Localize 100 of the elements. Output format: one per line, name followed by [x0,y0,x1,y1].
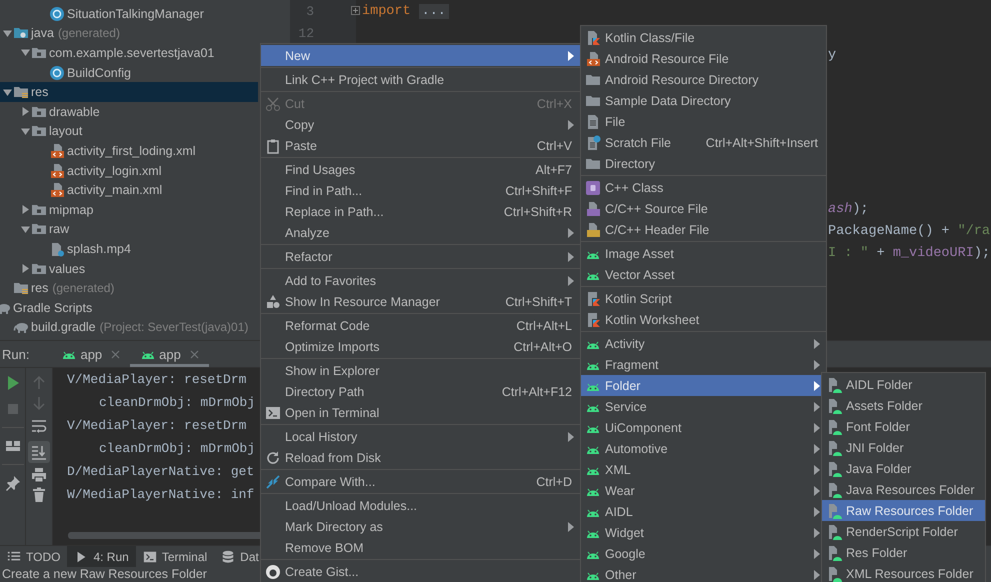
menu-item[interactable]: Res Folder [822,542,985,563]
menu-item[interactable]: Copy [261,114,580,135]
tree-row[interactable]: values [0,258,258,278]
menu-item[interactable]: Find in Path... Ctrl+Shift+F [261,180,580,201]
menu-item[interactable]: Add to Favorites [261,270,580,291]
expand-arrow-icon[interactable] [21,48,30,58]
tool-window-tab[interactable]: Terminal [136,546,214,567]
tree-row[interactable]: activity_first_loding.xml [0,141,258,161]
menu-item[interactable]: Load/Unload Modules... [261,495,580,516]
tree-row[interactable]: com.example.severtestjava01 [0,43,258,63]
expand-arrow-icon[interactable] [3,28,12,38]
menu-item[interactable]: Optimize Imports Ctrl+Alt+O [261,336,580,357]
tree-row[interactable]: build.gradle (Project: SeverTest(java)01) [0,318,258,338]
close-icon[interactable] [190,350,199,358]
menu-item[interactable]: Replace in Path... Ctrl+Shift+R [261,201,580,222]
code-text: y [828,48,836,62]
menu-item[interactable]: Open in Terminal [261,402,580,423]
menu-item[interactable]: File [581,111,826,132]
code-text: "/ra [958,224,990,238]
menu-item[interactable]: Image Asset [581,243,826,264]
tool-window-tab[interactable]: 4: Run [67,546,136,567]
menu-item[interactable]: Activity [581,333,826,354]
tree-label: res [31,281,48,296]
menu-item[interactable]: Mark Directory as [261,516,580,537]
menu-item[interactable]: Reload from Disk [261,447,580,468]
file-robot-icon [826,502,842,518]
tree-row[interactable]: activity_main.xml [0,180,258,200]
menu-item[interactable]: C/C++ Header File [581,219,826,240]
tree-row[interactable]: drawable [0,102,258,122]
xml-file-icon [49,162,65,179]
menu-item[interactable]: Directory Path Ctrl+Alt+F12 [261,381,580,402]
tree-note: (generated) [52,281,114,296]
menu-item[interactable]: Vector Asset [581,264,826,285]
menu-item[interactable]: Android Resource File [581,48,826,69]
menu-item[interactable]: Show In Resource Manager Ctrl+Shift+T [261,291,580,312]
layout-icon[interactable] [4,438,20,454]
menu-item[interactable]: Find Usages Alt+F7 [261,159,580,180]
menu-item[interactable]: Java Folder [822,458,985,479]
expand-arrow-icon[interactable] [3,88,12,97]
menu-item[interactable]: C/C++ Source File [581,198,826,219]
menu-item[interactable]: Reformat Code Ctrl+Alt+L [261,315,580,336]
menu-item[interactable]: Assets Folder [822,395,985,416]
menu-item[interactable]: Analyze [261,222,580,243]
tree-row[interactable]: raw [0,220,258,240]
xml-file-icon [585,50,601,66]
menu-item[interactable]: C++ Class [581,177,826,198]
fold-icon[interactable] [351,6,360,15]
tree-label: build.gradle [31,320,96,334]
run-tab[interactable]: app [51,341,130,367]
menu-item[interactable]: Create Gist... [261,561,580,582]
expand-arrow-icon[interactable] [21,264,30,274]
menu-item[interactable]: Kotlin Worksheet [581,309,826,330]
menu-item[interactable]: Directory [581,153,826,174]
tree-row[interactable]: splash.mp4 [0,239,258,259]
close-icon[interactable] [111,350,120,358]
code-text: m_videoURI [892,246,974,260]
expand-arrow-icon[interactable] [21,205,30,214]
menu-item[interactable]: New [261,45,580,66]
trash-icon[interactable] [31,487,47,503]
resource-folder-icon [13,280,29,296]
tree-row[interactable]: activity_login.xml [0,160,258,180]
tree-row[interactable]: SituationTalkingManager [0,4,258,24]
terminal-icon [265,404,281,420]
tree-label: drawable [49,104,100,119]
code-text: ... [418,4,449,18]
expand-arrow-icon[interactable] [21,107,30,116]
menu-item[interactable]: Sample Data Directory [581,90,826,111]
menu-item[interactable]: Paste Ctrl+V [261,135,580,156]
tree-row[interactable]: Gradle Scripts [0,298,258,318]
pin-icon[interactable] [4,475,20,491]
menu-item[interactable]: Refactor [261,246,580,267]
code-text: ); [974,246,990,260]
menu-item[interactable]: RenderScript Folder [822,521,985,542]
tree-row[interactable]: res (generated) [0,278,258,298]
menu-item[interactable]: Kotlin Script [581,288,826,309]
tree-label: activity_main.xml [67,183,162,198]
menu-item[interactable]: Compare With... Ctrl+D [261,471,580,492]
menu-item[interactable]: Show in Explorer [261,360,580,381]
menu-item[interactable]: XML Resources Folder [822,563,985,582]
menu-item[interactable]: Link C++ Project with Gradle [261,69,580,90]
menu-item[interactable]: Font Folder [822,416,985,437]
menu-item[interactable]: Kotlin Class/File [581,27,826,48]
menu-item[interactable]: Scratch File Ctrl+Alt+Shift+Insert [581,132,826,153]
tree-row[interactable]: res [0,82,258,102]
tool-window-tab[interactable]: TODO [0,546,68,567]
menu-item[interactable]: JNI Folder [822,437,985,458]
menu-item[interactable]: Android Resource Directory [581,69,826,90]
scroll-to-end-icon[interactable] [28,441,50,463]
print-icon[interactable] [31,467,47,483]
expand-arrow-icon[interactable] [21,126,30,136]
tree-row[interactable]: mipmap [0,200,258,220]
menu-item[interactable]: Java Resources Folder [822,479,985,500]
tree-row[interactable]: java (generated) [0,24,258,44]
expand-arrow-icon[interactable] [21,224,30,234]
menu-item[interactable]: Local History [261,426,580,447]
tree-row[interactable]: layout [0,122,258,142]
tree-row[interactable]: BuildConfig [0,62,258,82]
menu-item[interactable]: Raw Resources Folder [822,500,985,521]
badge-icon [585,180,601,196]
menu-item[interactable]: Fragment [581,354,826,375]
